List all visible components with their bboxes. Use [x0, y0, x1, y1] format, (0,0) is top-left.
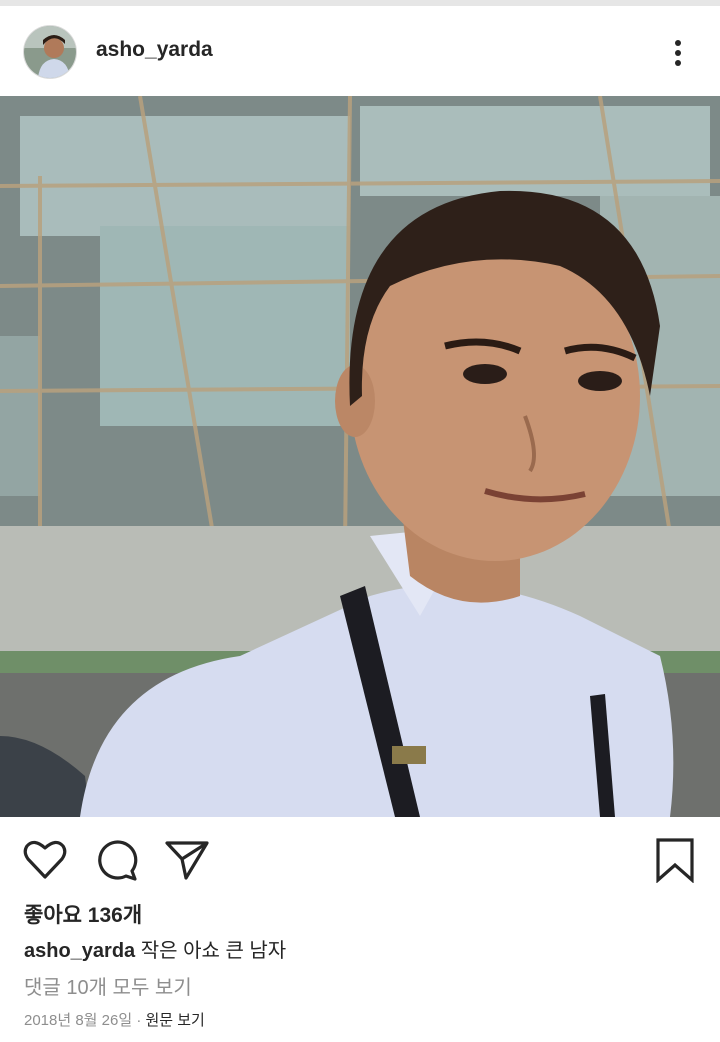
post-actions-bar: [0, 817, 720, 897]
meta-separator: ·: [136, 1012, 142, 1029]
view-original-link[interactable]: 원문 보기: [145, 1012, 204, 1029]
bookmark-icon[interactable]: [652, 837, 698, 883]
post-date: 2018년 8월 26일: [24, 1012, 133, 1029]
profile-avatar[interactable]: [24, 26, 76, 78]
view-all-comments-link[interactable]: 댓글 10개 모두 보기: [24, 971, 192, 1000]
post-caption: asho_yarda 작은 아쇼 큰 남자: [24, 934, 286, 963]
post-meta: 2018년 8월 26일 · 원문 보기: [24, 1009, 205, 1030]
post-photo[interactable]: [0, 96, 720, 817]
heart-icon[interactable]: [22, 837, 68, 883]
send-icon[interactable]: [164, 837, 210, 883]
more-vertical-icon[interactable]: [664, 34, 692, 70]
comment-icon[interactable]: [94, 837, 140, 883]
post-header: asho_yarda: [0, 6, 720, 96]
post-username[interactable]: asho_yarda: [96, 38, 213, 62]
avatar-image: [24, 26, 76, 78]
caption-text: 작은 아쇼 큰 남자: [140, 940, 287, 962]
caption-username[interactable]: asho_yarda: [24, 940, 135, 962]
post-photo-image: [0, 96, 720, 817]
likes-count[interactable]: 좋아요 136개: [24, 899, 142, 929]
